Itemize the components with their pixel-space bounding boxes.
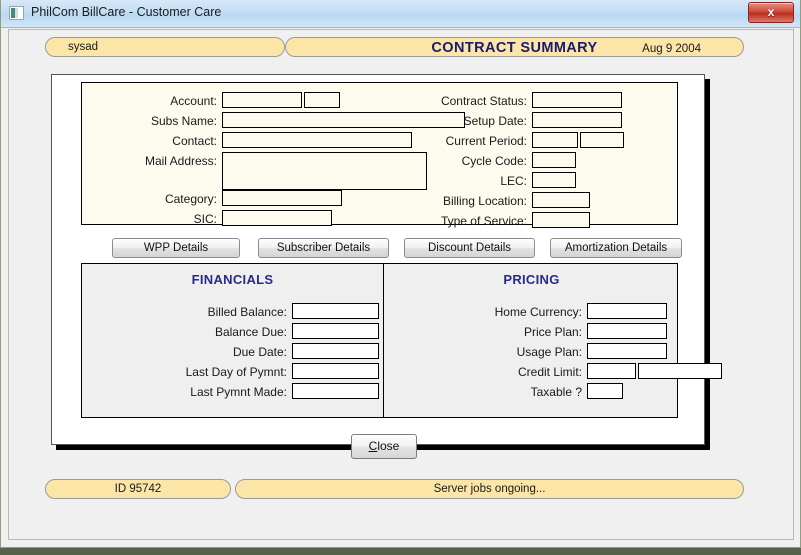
label-billed-balance: Billed Balance: [207,305,287,319]
label-last-day-of-pymnt: Last Day of Pymnt: [185,365,287,379]
label-mail-address: Mail Address: [144,154,217,168]
input-lec[interactable] [532,172,576,188]
input-category[interactable] [222,190,342,206]
input-setup-date[interactable] [532,112,622,128]
financial-pricing-panel: FINANCIALS Billed Balance: Balance Due: … [81,263,722,418]
input-balance-due[interactable] [292,323,379,339]
label-sic: SIC: [193,212,217,226]
application-window: PhilCom BillCare - Customer Care x sysad… [0,0,801,548]
label-cycle-code: Cycle Code: [461,154,527,168]
input-type-of-service[interactable] [532,212,590,228]
financials-heading: FINANCIALS [191,272,274,287]
label-current-period: Current Period: [445,134,527,148]
label-category: Category: [164,192,217,206]
label-type-of-service: Type of Service: [440,214,527,228]
screen-title-bar: CONTRACT SUMMARY Aug 9 2004 [285,37,744,57]
input-billing-location[interactable] [532,192,590,208]
window-title: PhilCom BillCare - Customer Care [31,5,222,19]
window-close-button[interactable]: x [748,2,794,23]
label-account: Account: [170,94,217,108]
subscriber-details-button[interactable]: Subscriber Details [258,238,389,258]
system-date: Aug 9 2004 [642,43,701,55]
label-setup-date: Setup Date: [463,114,527,128]
label-due-date: Due Date: [232,345,287,359]
label-subs-name: Subs Name: [150,114,217,128]
wpp-details-button[interactable]: WPP Details [112,238,240,258]
app-window-icon [9,6,24,20]
close-button[interactable]: Close [351,434,417,459]
input-credit-limit-note[interactable] [638,363,722,379]
input-taxable[interactable] [587,383,623,399]
discount-details-button[interactable]: Discount Details [404,238,535,258]
input-credit-limit-value[interactable] [587,363,636,379]
session-id-badge: ID 95742 [45,479,231,499]
input-contract-status[interactable] [532,92,622,108]
input-current-period-to[interactable] [580,132,624,148]
label-contact: Contact: [172,134,217,148]
input-last-pymnt-made[interactable] [292,383,379,399]
label-credit-limit: Credit Limit: [517,365,582,379]
input-sic[interactable] [222,210,332,226]
window-titlebar[interactable]: PhilCom BillCare - Customer Care x [1,0,800,28]
label-billing-location: Billing Location: [442,194,527,208]
input-due-date[interactable] [292,343,379,359]
input-home-currency[interactable] [587,303,667,319]
label-price-plan: Price Plan: [523,325,582,339]
input-usage-plan[interactable] [587,343,667,359]
status-bar: Server jobs ongoing... [235,479,744,499]
input-billed-balance[interactable] [292,303,379,319]
label-lec: LEC: [500,174,527,188]
label-usage-plan: Usage Plan: [516,345,582,359]
client-area: sysad CONTRACT SUMMARY Aug 9 2004 Accoun… [8,29,794,540]
input-account-prefix[interactable] [222,92,302,108]
input-price-plan[interactable] [587,323,667,339]
form-container: Account: Subs Name: Contact: Mail Addres… [51,74,722,445]
pricing-heading: PRICING [503,272,560,287]
user-badge: sysad [45,37,285,57]
input-current-period-from[interactable] [532,132,578,148]
close-button-label: lose [377,439,400,453]
input-account-suffix[interactable] [304,92,340,108]
input-last-day-of-pymnt[interactable] [292,363,379,379]
label-contract-status: Contract Status: [440,94,527,108]
contract-info-panel: Account: Subs Name: Contact: Mail Addres… [81,82,678,228]
label-last-pymnt-made: Last Pymnt Made: [190,385,287,399]
amortization-details-button[interactable]: Amortization Details [550,238,682,258]
label-home-currency: Home Currency: [494,305,582,319]
label-taxable: Taxable ? [530,385,582,399]
label-balance-due: Balance Due: [214,325,287,339]
input-cycle-code[interactable] [532,152,576,168]
